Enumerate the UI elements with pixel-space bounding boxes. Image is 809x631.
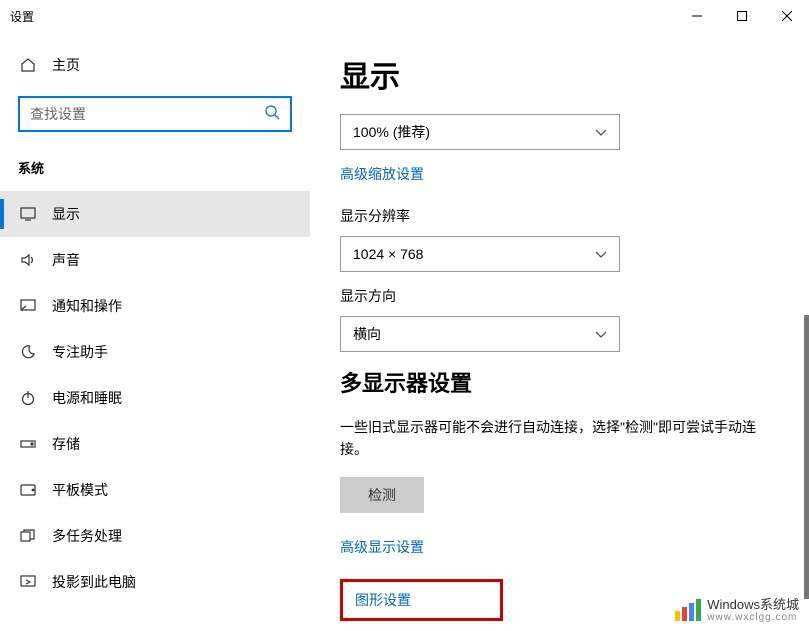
orientation-dropdown[interactable]: 横向 <box>340 316 620 352</box>
window-controls <box>674 0 809 32</box>
orientation-value: 横向 <box>353 324 381 344</box>
nav-label: 电源和睡眠 <box>52 388 122 408</box>
nav-label: 投影到此电脑 <box>52 572 136 592</box>
sidebar-item-storage[interactable]: 存储 <box>0 421 310 467</box>
home-label: 主页 <box>52 55 80 75</box>
nav-label: 多任务处理 <box>52 526 122 546</box>
advanced-scale-link[interactable]: 高级缩放设置 <box>340 164 424 184</box>
notification-icon <box>18 299 38 313</box>
highlight-box: 图形设置 <box>340 579 503 621</box>
focus-icon <box>18 344 38 360</box>
nav-label: 专注助手 <box>52 342 108 362</box>
search-icon[interactable] <box>264 104 280 125</box>
tablet-icon <box>18 484 38 496</box>
watermark: Windows系统城 www.wxclgg.com <box>675 598 799 623</box>
nav-label: 存储 <box>52 434 80 454</box>
sidebar: 主页 系统 显示 声音 通知 <box>0 32 310 631</box>
nav-label: 声音 <box>52 250 80 270</box>
chevron-down-icon <box>595 124 607 140</box>
home-icon <box>18 57 38 73</box>
multitask-icon <box>18 529 38 543</box>
minimize-button[interactable] <box>674 0 719 32</box>
detect-button[interactable]: 检测 <box>340 477 424 513</box>
sidebar-item-multitask[interactable]: 多任务处理 <box>0 513 310 559</box>
page-heading: 显示 <box>340 52 779 96</box>
watermark-text: Windows系统城 www.wxclgg.com <box>707 598 799 623</box>
advanced-display-link[interactable]: 高级显示设置 <box>340 537 424 557</box>
search-box[interactable] <box>18 96 292 132</box>
sidebar-item-display[interactable]: 显示 <box>0 191 310 237</box>
search-input[interactable] <box>30 106 264 122</box>
resolution-dropdown[interactable]: 1024 × 768 <box>340 236 620 272</box>
minimize-icon <box>692 11 702 21</box>
sidebar-item-power[interactable]: 电源和睡眠 <box>0 375 310 421</box>
content-area: 显示 100% (推荐) 高级缩放设置 显示分辨率 1024 × 768 显示方… <box>310 32 809 631</box>
sidebar-item-project[interactable]: 投影到此电脑 <box>0 559 310 605</box>
scale-value: 100% (推荐) <box>353 122 430 142</box>
maximize-icon <box>737 11 747 21</box>
sidebar-item-focus[interactable]: 专注助手 <box>0 329 310 375</box>
nav-label: 显示 <box>52 204 80 224</box>
graphics-settings-link[interactable]: 图形设置 <box>355 590 411 610</box>
chevron-down-icon <box>595 326 607 342</box>
project-icon <box>18 575 38 589</box>
close-icon <box>782 11 792 21</box>
sound-icon <box>18 252 38 268</box>
storage-icon <box>18 438 38 450</box>
close-button[interactable] <box>764 0 809 32</box>
display-icon <box>18 207 38 221</box>
window-title: 设置 <box>10 8 34 25</box>
nav-label: 通知和操作 <box>52 296 122 316</box>
section-title: 系统 <box>0 150 310 191</box>
chevron-down-icon <box>595 246 607 262</box>
resolution-value: 1024 × 768 <box>353 246 423 262</box>
power-icon <box>18 390 38 406</box>
home-link[interactable]: 主页 <box>0 42 310 88</box>
watermark-logo <box>675 599 701 621</box>
scrollbar[interactable] <box>804 315 809 599</box>
nav-label: 平板模式 <box>52 480 108 500</box>
multi-display-heading: 多显示器设置 <box>340 366 779 398</box>
titlebar: 设置 <box>0 0 809 32</box>
resolution-label: 显示分辨率 <box>340 206 779 226</box>
multi-display-desc: 一些旧式显示器可能不会进行自动连接，选择"检测"即可尝试手动连接。 <box>340 416 770 461</box>
sidebar-item-notifications[interactable]: 通知和操作 <box>0 283 310 329</box>
scale-dropdown[interactable]: 100% (推荐) <box>340 114 620 150</box>
sidebar-item-tablet[interactable]: 平板模式 <box>0 467 310 513</box>
maximize-button[interactable] <box>719 0 764 32</box>
sidebar-item-sound[interactable]: 声音 <box>0 237 310 283</box>
orientation-label: 显示方向 <box>340 286 779 306</box>
